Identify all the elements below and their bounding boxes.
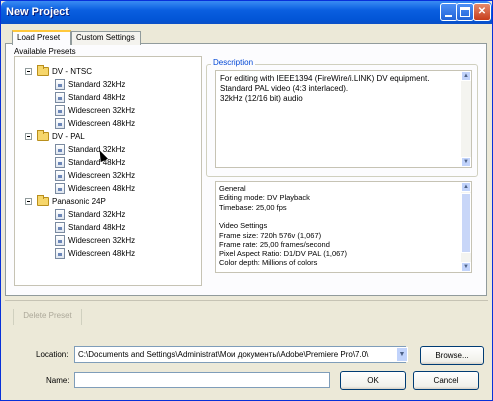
tree-preset-label: Standard 48kHz: [68, 158, 126, 167]
tree-preset-label: Widescreen 48kHz: [68, 184, 136, 193]
tree-folder[interactable]: DV - PAL: [15, 130, 201, 143]
summary-line: Color depth: Millions of colors: [219, 258, 318, 268]
preset-file-icon: [55, 183, 65, 194]
tree-preset-label: Standard 48kHz: [68, 93, 126, 102]
summary-scrollbar[interactable]: ▲ ▼: [461, 182, 471, 272]
tree-preset-label: Widescreen 32kHz: [68, 236, 136, 245]
preset-tree[interactable]: DV - NTSC Standard 32kHz Standard 48kHz Wid…: [14, 56, 202, 286]
tree-folder[interactable]: Panasonic 24P: [15, 195, 201, 208]
location-input[interactable]: C:\Documents and Settings\Administrat\Мо…: [74, 346, 406, 363]
tree-folder-label: DV - NTSC: [52, 67, 92, 76]
chevron-down-icon[interactable]: ▼: [396, 347, 408, 362]
tree-preset-label: Standard 48kHz: [68, 223, 126, 232]
tree-folder-label: Panasonic 24P: [52, 197, 106, 206]
tree-preset-item[interactable]: Widescreen 32kHz: [15, 104, 201, 117]
tree-preset-item[interactable]: Widescreen 48kHz: [15, 182, 201, 195]
summary-line: Frame size: 720h 576v (1,067): [219, 230, 322, 240]
tree-folder-label: DV - PAL: [52, 132, 85, 141]
tree-folder[interactable]: DV - NTSC: [15, 65, 201, 78]
name-input[interactable]: [74, 372, 330, 388]
tree-preset-label: Widescreen 32kHz: [68, 171, 136, 180]
title-bar[interactable]: New Project ✕: [1, 1, 492, 24]
scroll-up-icon[interactable]: ▲: [461, 182, 471, 192]
summary-line: Editing mode: DV Playback: [219, 193, 310, 203]
maximize-button[interactable]: [456, 3, 474, 21]
description-title: Description: [211, 58, 256, 67]
close-button[interactable]: ✕: [473, 3, 491, 21]
tree-preset-item[interactable]: Standard 32kHz: [15, 208, 201, 221]
tab-custom-settings[interactable]: Custom Settings: [71, 31, 141, 45]
tree-preset-item[interactable]: Widescreen 48kHz: [15, 247, 201, 260]
maximize-icon: [460, 7, 470, 17]
minimize-icon: [445, 15, 452, 17]
tree-preset-item[interactable]: Widescreen 32kHz: [15, 234, 201, 247]
tree-preset-label: Widescreen 32kHz: [68, 106, 136, 115]
collapse-icon[interactable]: [25, 198, 32, 205]
preset-file-icon: [55, 170, 65, 181]
summary-line: Video Settings: [219, 221, 268, 231]
preset-file-icon: [55, 144, 65, 155]
location-label: Location:: [36, 350, 69, 359]
tree-preset-label: Widescreen 48kHz: [68, 249, 136, 258]
folder-icon: [37, 130, 49, 141]
preset-file-icon: [55, 209, 65, 220]
browse-button[interactable]: Browse...: [420, 346, 484, 365]
tree-preset-item[interactable]: Widescreen 32kHz: [15, 169, 201, 182]
collapse-icon[interactable]: [25, 68, 32, 75]
scroll-down-icon[interactable]: ▼: [461, 262, 471, 272]
preset-file-icon: [55, 105, 65, 116]
preset-file-icon: [55, 222, 65, 233]
tree-preset-label: Standard 32kHz: [68, 210, 126, 219]
description-scrollbar[interactable]: ▲ ▼: [461, 71, 471, 167]
description-line: 32kHz (12/16 bit) audio: [220, 94, 303, 103]
summary-line: Timebase: 25,00 fps: [219, 202, 287, 212]
scroll-thumb[interactable]: [461, 193, 471, 253]
tree-preset-label: Standard 32kHz: [68, 80, 126, 89]
tree-preset-item[interactable]: Standard 48kHz: [15, 221, 201, 234]
ok-button[interactable]: OK: [340, 371, 406, 390]
tree-preset-label: Widescreen 48kHz: [68, 119, 136, 128]
cancel-button[interactable]: Cancel: [413, 371, 479, 390]
description-line: For editing with IEEE1394 (FireWire/i.LI…: [220, 74, 430, 83]
tree-preset-item[interactable]: Standard 32kHz: [15, 78, 201, 91]
tab-load-preset[interactable]: Load Preset: [12, 30, 71, 45]
collapse-icon[interactable]: [25, 133, 32, 140]
tree-preset-item[interactable]: Standard 48kHz: [15, 91, 201, 104]
summary-line: General: [219, 184, 246, 193]
folder-icon: [37, 65, 49, 76]
divider: [5, 300, 488, 301]
preset-file-icon: [55, 118, 65, 129]
preset-file-icon: [55, 235, 65, 246]
tree-preset-item[interactable]: Widescreen 48kHz: [15, 117, 201, 130]
preset-file-icon: [55, 79, 65, 90]
description-box: For editing with IEEE1394 (FireWire/i.LI…: [215, 70, 472, 168]
preset-file-icon: [55, 248, 65, 259]
summary-line: Frame rate: 25,00 frames/second: [219, 239, 330, 249]
scroll-down-icon[interactable]: ▼: [461, 157, 471, 167]
tree-preset-item[interactable]: Standard 32kHz: [15, 143, 201, 156]
window-title: New Project: [6, 6, 69, 18]
folder-icon: [37, 195, 49, 206]
name-label: Name:: [46, 376, 70, 385]
settings-summary-box: Color depth: Millions of colors Pixel Asp…: [215, 181, 472, 273]
delete-preset-button[interactable]: Delete Preset: [13, 309, 82, 325]
description-line: Standard PAL video (4:3 interlaced).: [220, 84, 349, 93]
available-presets-label: Available Presets: [14, 47, 76, 56]
scroll-up-icon[interactable]: ▲: [461, 71, 471, 81]
preset-file-icon: [55, 92, 65, 103]
close-icon: ✕: [477, 6, 487, 17]
summary-line: Pixel Aspect Ratio: D1/DV PAL (1,067): [219, 249, 347, 259]
preset-file-icon: [55, 157, 65, 168]
